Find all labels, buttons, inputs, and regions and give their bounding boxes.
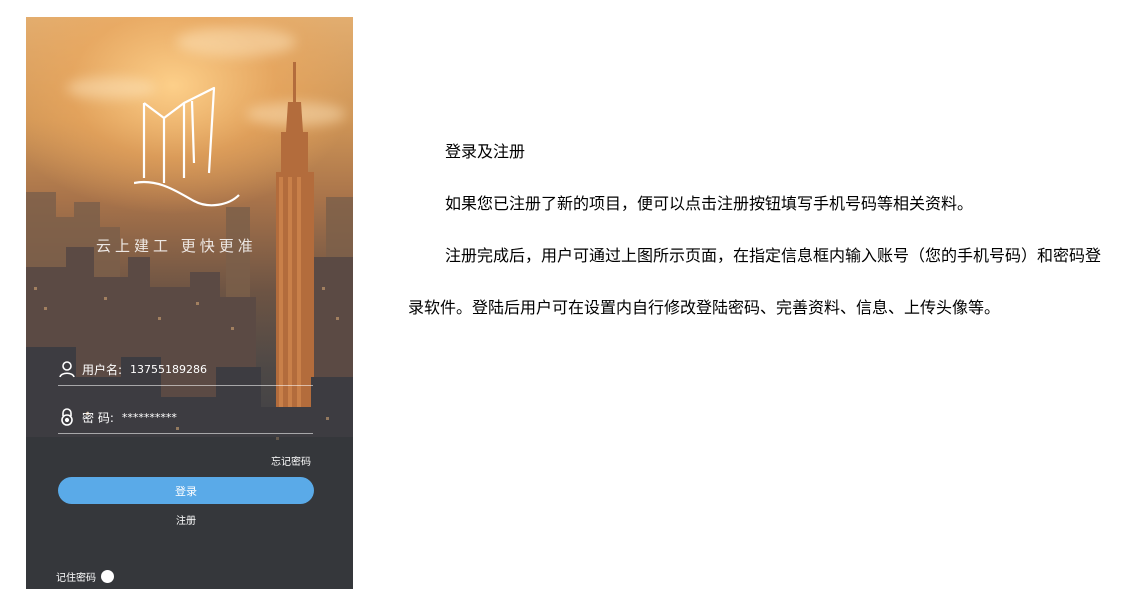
password-field[interactable]: 密 码: **********	[58, 401, 313, 434]
username-field[interactable]: 用户名: 13755189286	[58, 353, 313, 386]
user-icon	[58, 360, 76, 378]
forgot-password-link[interactable]: 忘记密码	[271, 453, 311, 468]
username-label: 用户名:	[82, 362, 123, 377]
remember-password[interactable]: 记住密码	[56, 569, 114, 584]
page: 云上建工 更快更准 用户名: 13755189286 密 码: ********…	[0, 0, 1141, 610]
password-label: 密 码:	[82, 410, 114, 425]
register-link[interactable]: 注册	[26, 512, 346, 527]
app-logo	[134, 86, 240, 207]
username-value[interactable]: 13755189286	[130, 363, 207, 376]
document-text: 登录及注册 如果您已注册了新的项目，便可以点击注册按钮填写手机号码等相关资料。 …	[408, 126, 1108, 334]
section-heading: 登录及注册	[445, 142, 526, 161]
paragraph-register: 如果您已注册了新的项目，便可以点击注册按钮填写手机号码等相关资料。	[445, 194, 974, 213]
remember-password-toggle[interactable]	[101, 570, 114, 583]
remember-password-label: 记住密码	[56, 573, 96, 584]
lock-icon	[58, 408, 76, 426]
app-login-screenshot: 云上建工 更快更准 用户名: 13755189286 密 码: ********…	[26, 17, 353, 589]
password-value[interactable]: **********	[122, 411, 177, 424]
login-button[interactable]: 登录	[58, 477, 314, 504]
paragraph-login: 注册完成后，用户可通过上图所示页面，在指定信息框内输入账号（您的手机号码）和密码…	[408, 246, 1102, 317]
app-slogan: 云上建工 更快更准	[96, 237, 257, 255]
